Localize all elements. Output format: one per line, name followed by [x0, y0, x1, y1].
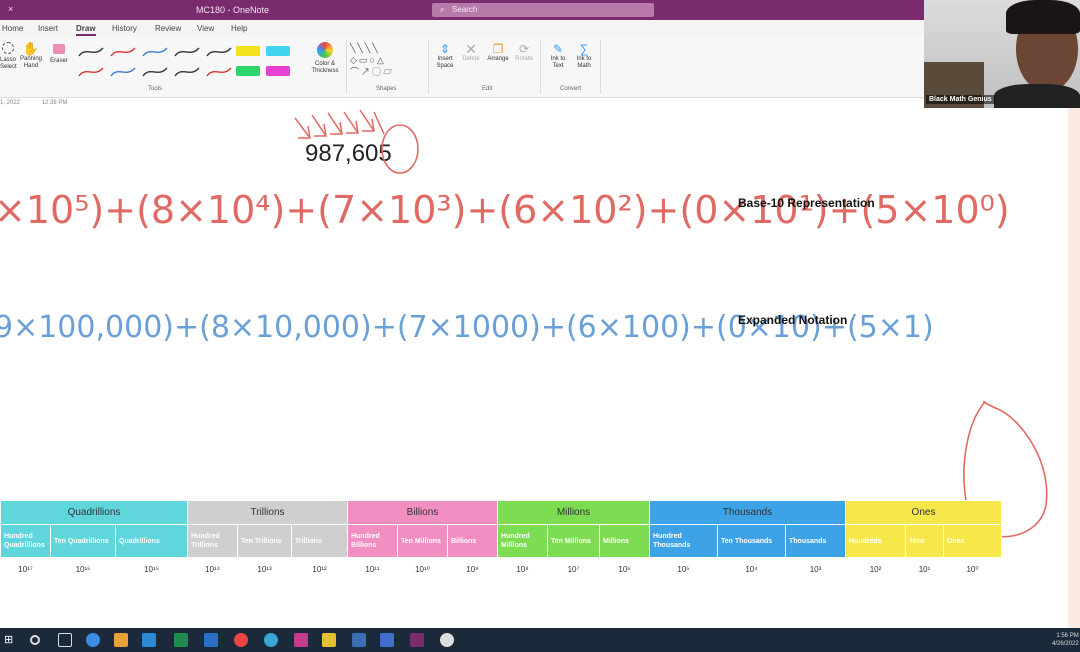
column-header: Hundred Billions [347, 524, 398, 558]
power-cell: 10⁹ [447, 557, 498, 582]
presenter-hair [1006, 0, 1080, 34]
column-header: Trillions [291, 524, 348, 558]
arrow-stroke [327, 112, 343, 135]
outlook-icon[interactable] [352, 633, 366, 647]
system-clock[interactable]: 1:56 PM 4/26/2022 [1052, 632, 1079, 648]
excel-icon[interactable] [174, 633, 188, 647]
power-cell: 10¹⁴ [187, 557, 238, 582]
browser-icon[interactable] [264, 633, 278, 647]
column-header: Hundred Trillions [187, 524, 238, 558]
notes-icon[interactable] [322, 633, 336, 647]
red-arrows [294, 109, 385, 139]
arrow-stroke [373, 111, 385, 135]
presenter-name: Black Math Genius [926, 95, 995, 104]
group-trillions: Trillions [187, 500, 348, 525]
column-header: Ten Millions [397, 524, 448, 558]
column-header: Hundred Thousands [649, 524, 718, 558]
column-header: Ones [943, 524, 1002, 558]
presenter-body [994, 84, 1080, 108]
clock-date: 4/26/2022 [1052, 641, 1079, 647]
expanded-label: Expanded Notation [738, 313, 848, 327]
power-cell: 10² [845, 557, 906, 582]
power-row: 10¹⁷ 10¹⁶ 10¹⁵ 10¹⁴ 10¹³ 10¹² 10¹¹ 10¹⁰ 10⁹ 10⁸ 10… [0, 557, 1002, 582]
place-value-table: Quadrillions Trillions Billions Millions Tho… [0, 500, 1002, 582]
group-thousands: Thousands [649, 500, 846, 525]
column-header: Hundred Millions [497, 524, 548, 558]
column-header-row: Hundred Quadrillions Ten Quadrillions Quad… [0, 524, 1002, 558]
word-icon[interactable] [204, 633, 218, 647]
power-cell: 10⁴ [717, 557, 786, 582]
file-explorer-icon[interactable] [114, 633, 128, 647]
column-header: Quadrillions [115, 524, 188, 558]
taskbar: ⊞ 1:56 PM 4/26/2022 [0, 628, 1080, 652]
column-header: Billions [447, 524, 498, 558]
column-header: Ten Millions [547, 524, 600, 558]
edge-icon[interactable] [86, 633, 100, 647]
zoom-icon[interactable] [380, 633, 394, 647]
column-header: Ten Trillions [237, 524, 292, 558]
base10-ink: ×10⁵)+(8×10⁴)+(7×10³)+(6×10²)+(0×10¹)+(5… [0, 188, 1010, 232]
power-cell: 10³ [785, 557, 846, 582]
power-cell: 10⁶ [599, 557, 650, 582]
power-cell: 10¹⁶ [50, 557, 116, 582]
clock-time: 1:56 PM [1056, 633, 1079, 639]
power-cell: 10⁰ [943, 557, 1002, 582]
arrow-stroke [343, 111, 359, 134]
arrow-stroke [294, 117, 311, 139]
power-cell: 10¹⁰ [397, 557, 448, 582]
column-header: Ten Quadrillions [50, 524, 116, 558]
circle-around-five [381, 124, 419, 174]
power-cell: 10¹⁵ [115, 557, 188, 582]
webcam-overlay: Black Math Genius [924, 0, 1080, 108]
power-cell: 10¹¹ [347, 557, 398, 582]
base10-label: Base-10 Representation [738, 196, 875, 210]
group-quadrillions: Quadrillions [0, 500, 188, 525]
group-millions: Millions [497, 500, 650, 525]
power-cell: 10¹ [905, 557, 944, 582]
power-cell: 10¹² [291, 557, 348, 582]
onenote-icon[interactable] [410, 633, 424, 647]
photos-icon[interactable] [294, 633, 308, 647]
group-billions: Billions [347, 500, 498, 525]
arrow-stroke [311, 114, 327, 137]
column-header: Hundreds [845, 524, 906, 558]
column-header: Hundred Quadrillions [0, 524, 51, 558]
column-header: Millions [599, 524, 650, 558]
power-cell: 10¹⁷ [0, 557, 51, 582]
app-icon[interactable] [440, 633, 454, 647]
task-view-icon[interactable] [58, 633, 72, 647]
power-cell: 10⁷ [547, 557, 600, 582]
column-header: Ten Thousands [717, 524, 786, 558]
skype-icon[interactable] [142, 633, 156, 647]
arrow-stroke [359, 109, 375, 132]
start-icon[interactable]: ⊞ [4, 633, 18, 647]
column-header: Tens [905, 524, 944, 558]
power-cell: 10⁵ [649, 557, 718, 582]
group-header-row: Quadrillions Trillions Billions Millions Tho… [0, 500, 1002, 525]
search-icon[interactable] [30, 635, 40, 645]
group-ones: Ones [845, 500, 1002, 525]
chrome-icon[interactable] [234, 633, 248, 647]
power-cell: 10⁸ [497, 557, 548, 582]
power-cell: 10¹³ [237, 557, 292, 582]
column-header: Thousands [785, 524, 846, 558]
